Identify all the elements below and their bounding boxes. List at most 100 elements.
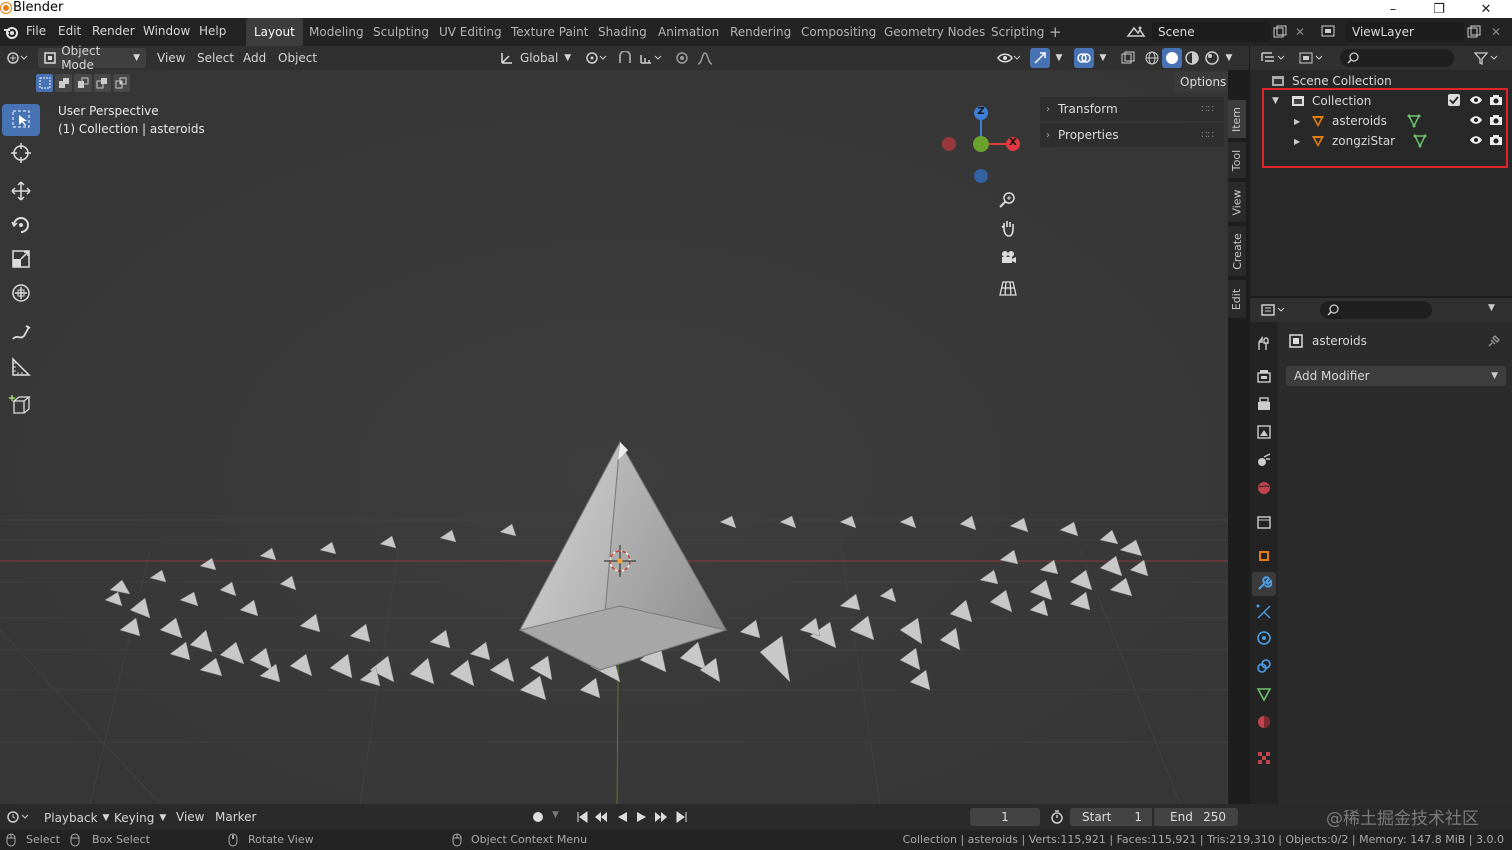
tab-rendering[interactable]: Rendering xyxy=(722,18,799,46)
xray-icon[interactable] xyxy=(1118,48,1138,68)
move-tool-button[interactable] xyxy=(2,176,40,208)
select-new-icon[interactable] xyxy=(36,74,54,92)
add-workspace-button[interactable]: + xyxy=(1041,18,1070,46)
blender-menu-icon[interactable] xyxy=(3,24,19,40)
display-mode-icon[interactable] xyxy=(1296,49,1326,67)
viewport-menu-add[interactable]: Add xyxy=(243,48,266,68)
tab-shading[interactable]: Shading xyxy=(590,18,655,46)
npanel-tab-tool[interactable]: Tool xyxy=(1228,142,1246,178)
play-icon[interactable] xyxy=(634,808,650,826)
chevron-down-icon[interactable]: ▼ xyxy=(552,810,559,820)
select-box-tool-button[interactable] xyxy=(2,104,40,136)
solid-shading-icon[interactable] xyxy=(1162,48,1182,68)
constraints-tab-icon[interactable] xyxy=(1254,656,1274,676)
current-frame-field[interactable]: 1 xyxy=(970,808,1040,826)
timeline-menu-view[interactable]: View xyxy=(176,810,204,824)
add-cube-tool-button[interactable] xyxy=(2,390,40,422)
stopwatch-icon[interactable] xyxy=(1048,808,1066,826)
end-frame-field[interactable]: End 250 xyxy=(1154,808,1238,826)
mesh-data-icon[interactable] xyxy=(1406,113,1422,129)
expand-triangle-icon[interactable]: ▶ xyxy=(1294,137,1304,146)
camera-render-icon[interactable] xyxy=(1488,92,1504,108)
proportional-edit-icon[interactable] xyxy=(672,48,692,68)
viewport-options-dropdown[interactable]: Options ▼ xyxy=(1174,72,1228,92)
jump-keyframe-forward-icon[interactable] xyxy=(652,808,670,826)
tab-layout[interactable]: Layout xyxy=(246,18,303,46)
pan-hand-icon[interactable] xyxy=(996,216,1020,240)
drag-handle-icon[interactable]: ∷∷ xyxy=(1201,130,1214,141)
scene-tab-icon[interactable] xyxy=(1254,450,1274,470)
falloff-icon[interactable] xyxy=(694,48,722,68)
tab-modeling[interactable]: Modeling xyxy=(301,18,372,46)
viewport-menu-view[interactable]: View xyxy=(157,48,185,68)
add-modifier-dropdown[interactable]: Add Modifier ▼ xyxy=(1286,366,1506,386)
tab-animation[interactable]: Animation xyxy=(650,18,727,46)
visibility-icon[interactable] xyxy=(994,48,1024,68)
object-tab-icon[interactable] xyxy=(1254,546,1274,566)
snap-icon[interactable] xyxy=(614,48,636,68)
rendered-shading-icon[interactable] xyxy=(1202,48,1222,68)
object-mode-dropdown[interactable]: Object Mode ▼ xyxy=(38,44,146,72)
minimize-button[interactable]: – xyxy=(1370,0,1416,18)
gizmo-toggle-icon[interactable] xyxy=(1030,48,1050,68)
3d-viewport[interactable]: User Perspective (1) Collection | astero… xyxy=(0,70,1228,804)
grid-perspective-icon[interactable] xyxy=(996,276,1020,300)
new-scene-icon[interactable] xyxy=(1272,23,1288,41)
snap-target-icon[interactable] xyxy=(636,48,666,68)
cursor-tool-button[interactable] xyxy=(2,138,40,170)
outliner-item-asteroids[interactable]: ▶ asteroids xyxy=(1294,112,1504,130)
camera-view-icon[interactable] xyxy=(996,246,1020,270)
particles-tab-icon[interactable] xyxy=(1254,602,1274,622)
tab-uv-editing[interactable]: UV Editing xyxy=(431,18,510,46)
editor-type-icon[interactable] xyxy=(4,48,30,68)
transform-tool-button[interactable] xyxy=(2,278,40,310)
start-frame-field[interactable]: Start 1 xyxy=(1070,808,1152,826)
outliner-item-zongzistar[interactable]: ▶ zongziStar xyxy=(1294,132,1504,150)
physics-tab-icon[interactable] xyxy=(1254,628,1274,648)
measure-tool-button[interactable] xyxy=(2,352,40,384)
new-view-layer-icon[interactable] xyxy=(1466,23,1482,41)
delete-view-layer-icon[interactable]: ✕ xyxy=(1488,23,1504,41)
rotate-tool-button[interactable] xyxy=(2,210,40,242)
maximize-button[interactable]: ❐ xyxy=(1416,0,1462,18)
view-layer-icon[interactable] xyxy=(1318,23,1342,41)
npanel-tab-view[interactable]: View xyxy=(1228,182,1246,222)
material-tab-icon[interactable] xyxy=(1254,712,1274,732)
tab-compositing[interactable]: Compositing xyxy=(793,18,884,46)
eye-icon[interactable] xyxy=(1468,92,1484,108)
material-shading-icon[interactable] xyxy=(1182,48,1202,68)
menu-edit[interactable]: Edit xyxy=(58,24,81,38)
tab-sculpting[interactable]: Sculpting xyxy=(365,18,437,46)
expand-triangle-icon[interactable]: ▼ xyxy=(1272,96,1284,106)
texture-tab-icon[interactable] xyxy=(1254,748,1274,768)
jump-keyframe-back-icon[interactable] xyxy=(592,808,610,826)
eye-icon[interactable] xyxy=(1468,132,1484,148)
wireframe-shading-icon[interactable] xyxy=(1142,48,1162,68)
zoom-icon[interactable] xyxy=(996,188,1020,212)
pivot-point-icon[interactable] xyxy=(582,48,610,68)
menu-help[interactable]: Help xyxy=(199,24,226,38)
close-button[interactable]: ✕ xyxy=(1463,0,1509,18)
properties-editor-type-icon[interactable] xyxy=(1258,301,1288,319)
npanel-tab-edit[interactable]: Edit xyxy=(1228,280,1246,318)
select-subtract-icon[interactable] xyxy=(74,74,92,92)
select-invert-icon[interactable] xyxy=(93,74,111,92)
navigation-gizmo[interactable]: Z X xyxy=(938,106,1024,192)
properties-search-input[interactable] xyxy=(1320,301,1432,319)
filter-icon[interactable] xyxy=(1472,49,1502,67)
chevron-down-icon[interactable]: ▼ xyxy=(1052,48,1066,68)
view-layer-field[interactable]: ViewLayer xyxy=(1346,22,1464,42)
record-keyframe-icon[interactable] xyxy=(528,808,548,826)
play-reverse-icon[interactable] xyxy=(614,808,630,826)
output-tab-icon[interactable] xyxy=(1254,394,1274,414)
jump-start-icon[interactable] xyxy=(574,808,590,826)
scale-tool-button[interactable] xyxy=(2,244,40,276)
viewport-menu-select[interactable]: Select xyxy=(197,48,234,68)
world-tab-icon[interactable] xyxy=(1254,478,1274,498)
scene-icon[interactable] xyxy=(1124,23,1148,41)
chevron-down-icon[interactable]: ▼ xyxy=(1096,48,1110,68)
drag-handle-icon[interactable]: ∷∷ xyxy=(1201,104,1214,115)
render-tab-icon[interactable] xyxy=(1254,366,1274,386)
chevron-down-icon[interactable]: ▼ xyxy=(1488,303,1495,313)
tab-texture-paint[interactable]: Texture Paint xyxy=(503,18,596,46)
